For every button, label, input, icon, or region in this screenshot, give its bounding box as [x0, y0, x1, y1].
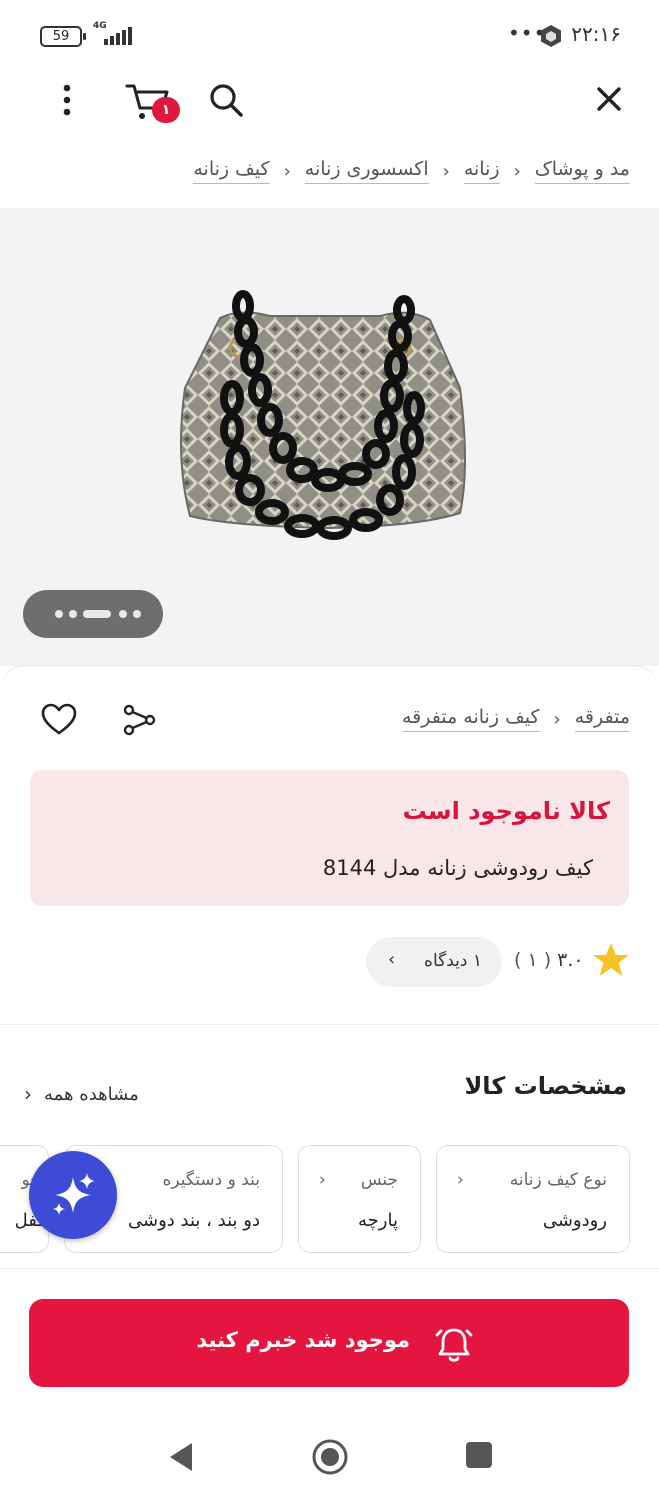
home-icon[interactable]: [311, 1438, 349, 1476]
back-icon[interactable]: [168, 1441, 194, 1473]
chevron-left-icon: ‹: [553, 708, 561, 730]
status-bar: 59 4G ••• ۲۲:۱۶: [0, 0, 659, 70]
spec-value: رودوشی: [542, 1210, 607, 1231]
breadcrumb-item-women-bag[interactable]: کیف زنانه: [193, 158, 270, 184]
chevron-left-icon: ‹: [442, 160, 450, 182]
breadcrumb-item-fashion[interactable]: مد و پوشاک: [534, 158, 630, 184]
see-all-specs-link[interactable]: مشاهده همه ‹: [24, 1082, 139, 1106]
divider: [0, 1024, 659, 1025]
recent-apps-icon[interactable]: [466, 1442, 492, 1468]
spec-value: پارچه: [358, 1210, 398, 1231]
pager-dot: [69, 610, 77, 618]
reviews-label: ۱ دیدگاه: [424, 951, 482, 971]
chevron-left-icon: ‹: [319, 1170, 326, 1190]
close-icon[interactable]: [592, 82, 626, 116]
pager-dot: [119, 610, 127, 618]
pager-dot: [55, 610, 63, 618]
category-breadcrumb: متفرقه ‹ کیف زنانه متفرقه: [401, 706, 630, 732]
sparkles-icon: [53, 1173, 95, 1215]
pager-dot-active: [83, 610, 111, 618]
rating-score: ۳.۰: [557, 949, 584, 971]
rating-count: ( ۱ ): [514, 949, 552, 971]
app-notification-icon: [541, 25, 561, 47]
spec-label: جنس: [360, 1170, 398, 1190]
share-icon[interactable]: [120, 702, 158, 738]
spec-label: بند و دستگیره: [162, 1170, 260, 1190]
spec-label: نوع کیف زنانه: [509, 1170, 607, 1190]
out-of-stock-box: [30, 770, 629, 906]
notify-button-label: موجود شد خبرم کنید: [196, 1328, 410, 1352]
see-all-label: مشاهده همه: [44, 1083, 139, 1105]
bell-icon: [435, 1328, 473, 1362]
pager-dot: [133, 610, 141, 618]
chevron-left-icon: ‹: [24, 1082, 32, 1106]
signal-strength-icon: [104, 26, 134, 46]
cart-count-badge: ۱: [152, 97, 180, 123]
rating-value: ۳.۰ ( ۱ ): [514, 949, 584, 971]
category-crumb-misc-women-bag[interactable]: کیف زنانه متفرقه: [401, 706, 540, 732]
chevron-left-icon: ‹: [457, 1170, 464, 1190]
reviews-button[interactable]: ۱ دیدگاه ‹: [366, 937, 502, 987]
ai-assistant-button[interactable]: [29, 1151, 117, 1239]
breadcrumb: مد و پوشاک ‹ زنانه ‹ اکسسوری زنانه ‹ کیف…: [0, 158, 659, 194]
notify-when-available-button[interactable]: موجود شد خبرم کنید: [29, 1299, 629, 1387]
chevron-left-icon: ‹: [388, 949, 396, 970]
product-title: کیف رودوشی زنانه مدل 8144: [322, 856, 593, 880]
chevron-left-icon: ‹: [283, 160, 291, 182]
search-icon[interactable]: [206, 80, 246, 120]
divider: [0, 1268, 659, 1269]
spec-card-bag-type[interactable]: نوع کیف زنانه ‹ رودوشی: [436, 1145, 630, 1253]
battery-indicator: 59: [40, 26, 86, 47]
stock-status-label: کالا ناموجود است: [402, 797, 610, 825]
heart-icon[interactable]: [40, 702, 78, 738]
category-crumb-misc[interactable]: متفرقه: [574, 706, 630, 732]
star-icon: [593, 943, 629, 976]
breadcrumb-item-women[interactable]: زنانه: [463, 158, 500, 184]
more-vertical-icon[interactable]: [55, 80, 79, 120]
breadcrumb-item-women-accessories[interactable]: اکسسوری زنانه: [304, 158, 429, 184]
spec-card-material[interactable]: جنس ‹ پارچه: [298, 1145, 421, 1253]
gallery-pager[interactable]: [23, 590, 163, 638]
specs-title: مشخصات کالا: [464, 1072, 627, 1100]
clock: ۲۲:۱۶: [571, 22, 621, 46]
chevron-left-icon: ‹: [513, 160, 521, 182]
spec-value: دو بند ، بند دوشی: [128, 1210, 260, 1231]
